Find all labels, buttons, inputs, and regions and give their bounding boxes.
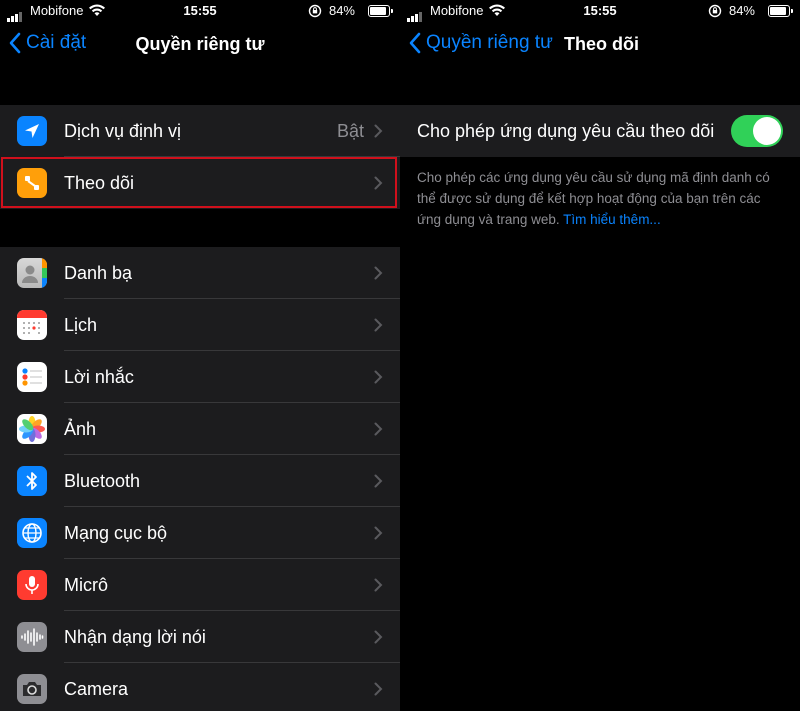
location-tracking-group: Dịch vụ định vị Bật Theo dõi	[0, 105, 400, 209]
row-label: Micrô	[64, 574, 108, 595]
calendar-icon	[17, 310, 47, 340]
app-permissions-group: Danh bạ Lịch Lời nhắc Ảnh Bluetooth Mạng…	[0, 247, 400, 711]
row-label: Nhận dạng lời nói	[64, 626, 206, 647]
chevron-left-icon	[409, 32, 421, 54]
row-camera[interactable]: Camera	[0, 663, 400, 711]
row-label: Mạng cục bộ	[64, 522, 168, 543]
chevron-right-icon	[374, 578, 383, 592]
chevron-right-icon	[374, 124, 383, 138]
row-speech-recognition[interactable]: Nhận dạng lời nói	[0, 611, 400, 663]
chevron-right-icon	[374, 370, 383, 384]
row-detail: Bật	[336, 120, 364, 141]
status-bar: Mobifone 15:55 84%	[400, 0, 800, 22]
status-bar: Mobifone 15:55 84%	[0, 0, 400, 22]
row-label: Danh bạ	[64, 262, 133, 283]
row-location-services[interactable]: Dịch vụ định vị Bật	[0, 105, 400, 157]
row-label: Lời nhắc	[64, 366, 134, 387]
navigation-bar: Quyền riêng tư Theo dõi	[400, 22, 800, 68]
chevron-right-icon	[374, 266, 383, 280]
chevron-right-icon	[374, 474, 383, 488]
page-title: Theo dõi	[564, 34, 639, 54]
row-local-network[interactable]: Mạng cục bộ	[0, 507, 400, 559]
orientation-lock-icon	[308, 4, 322, 18]
globe-icon	[17, 518, 47, 548]
row-label: Dịch vụ định vị	[64, 120, 182, 141]
row-label: Camera	[64, 678, 129, 699]
row-bluetooth[interactable]: Bluetooth	[0, 455, 400, 507]
row-reminders[interactable]: Lời nhắc	[0, 351, 400, 403]
row-label: Lịch	[64, 314, 98, 335]
chevron-right-icon	[374, 526, 383, 540]
camera-icon	[17, 674, 47, 704]
row-calendar[interactable]: Lịch	[0, 299, 400, 351]
chevron-right-icon	[374, 682, 383, 696]
chevron-right-icon	[374, 176, 383, 190]
chevron-right-icon	[374, 630, 383, 644]
row-label: Bluetooth	[64, 470, 141, 491]
speech-recognition-icon	[17, 622, 47, 652]
row-label: Theo dõi	[64, 172, 135, 193]
battery-percent: 84%	[728, 3, 755, 18]
allow-tracking-toggle[interactable]	[731, 115, 783, 147]
battery-percent: 84%	[328, 3, 355, 18]
tracking-screen: Mobifone 15:55 84% Quyền riêng tư Theo d…	[400, 0, 800, 711]
privacy-screen: Mobifone 15:55 84% Cài đặt Quyền riêng t…	[0, 0, 400, 711]
contacts-icon	[17, 258, 47, 288]
chevron-right-icon	[374, 318, 383, 332]
row-photos[interactable]: Ảnh	[0, 403, 400, 455]
photos-icon	[17, 414, 47, 444]
orientation-lock-icon	[708, 4, 722, 18]
row-label: Ảnh	[64, 418, 97, 439]
battery-icon	[368, 5, 393, 17]
navigation-bar: Cài đặt Quyền riêng tư	[0, 22, 400, 68]
chevron-right-icon	[374, 422, 383, 436]
microphone-icon	[17, 570, 47, 600]
battery-icon	[768, 5, 793, 17]
reminders-icon	[17, 362, 47, 392]
location-arrow-icon	[17, 116, 47, 146]
page-title: Quyền riêng tư	[135, 34, 265, 54]
row-microphone[interactable]: Micrô	[0, 559, 400, 611]
tracking-footnote: Cho phép các ứng dụng yêu cầu sử dụng mã…	[417, 167, 780, 230]
toggle-label: Cho phép ứng dụng yêu cầu theo dõi	[417, 120, 715, 141]
back-label: Quyền riêng tư	[426, 32, 553, 53]
back-button[interactable]: Quyền riêng tư	[408, 32, 553, 54]
allow-tracking-row: Cho phép ứng dụng yêu cầu theo dõi	[400, 105, 800, 157]
tracking-icon	[17, 168, 47, 198]
learn-more-link[interactable]: Tìm hiểu thêm...	[563, 212, 661, 227]
bluetooth-icon	[17, 466, 47, 496]
row-tracking[interactable]: Theo dõi	[0, 157, 400, 209]
row-contacts[interactable]: Danh bạ	[0, 247, 400, 299]
